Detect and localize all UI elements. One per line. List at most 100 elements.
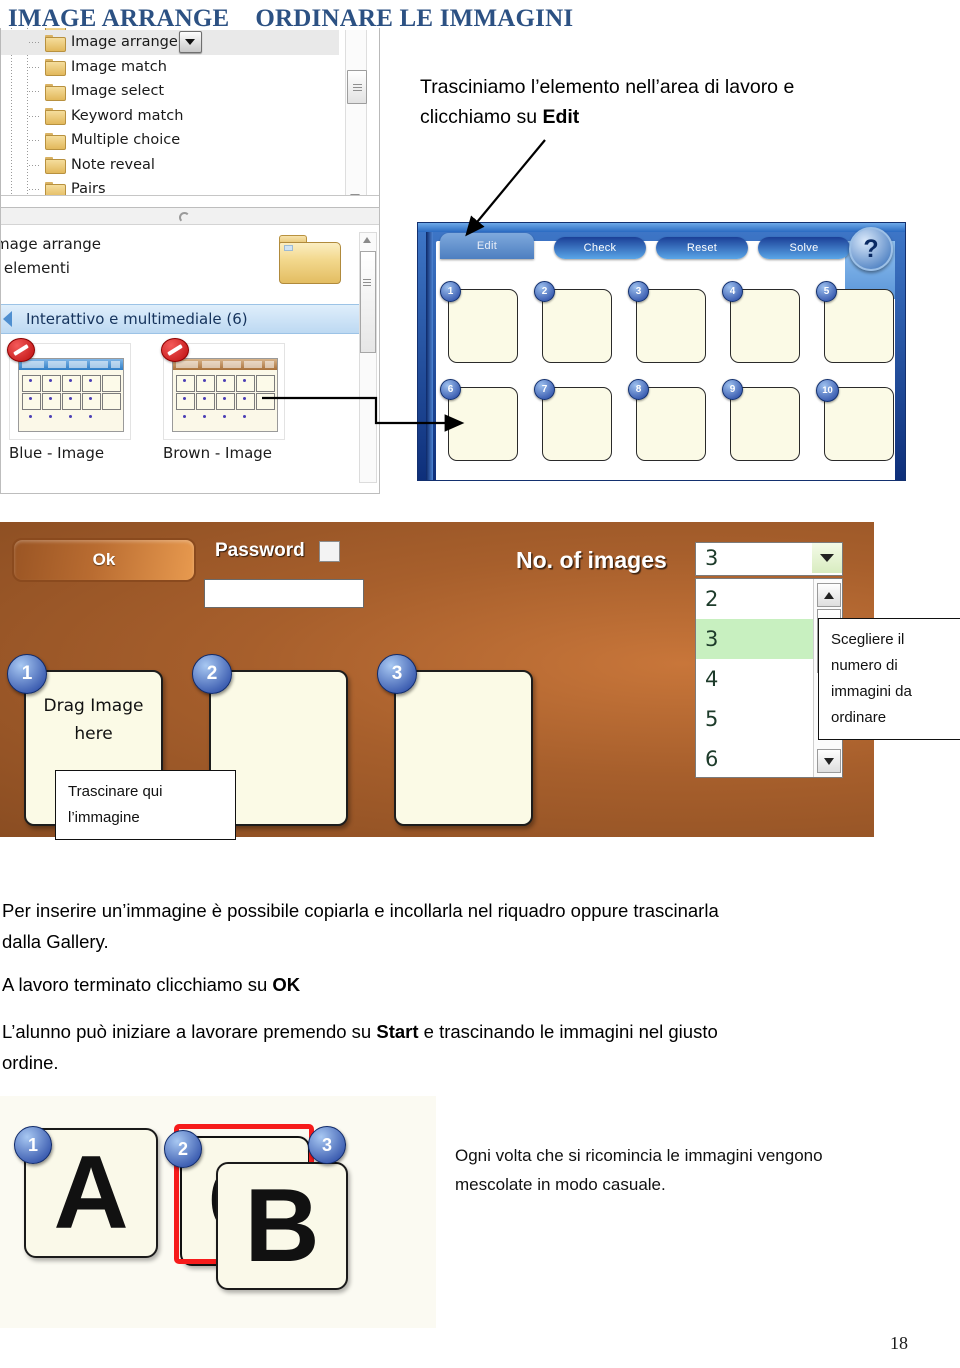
thumbnail-caption: Brown - Image [163, 444, 273, 462]
paragraph-3-bold: Start [376, 1021, 419, 1042]
tree-item-label: Note reveal [71, 156, 155, 173]
app-slot-row-2: 6 7 8 9 10 [440, 379, 894, 461]
folder-icon [45, 157, 66, 175]
tree-item-keyword-match[interactable]: Keyword match [1, 104, 339, 129]
gallery-scrollbar[interactable] [359, 232, 377, 483]
tree-item-image-select[interactable]: Image select [1, 79, 339, 104]
tree-elbow [29, 66, 41, 68]
app-slot[interactable]: 10 [816, 379, 894, 461]
app-slot[interactable]: 6 [440, 379, 518, 461]
app-slot[interactable]: 9 [722, 379, 800, 461]
paragraph-insert-image: Per inserire un’immagine è possibile cop… [2, 895, 942, 957]
card-number: 1 [14, 1126, 52, 1164]
callout-choose-line-2: numero di [831, 657, 898, 674]
app-slot[interactable]: 8 [628, 379, 706, 461]
check-button[interactable]: Check [554, 237, 646, 259]
callout-choose-line-3: immagini da [831, 683, 912, 700]
chevron-down-icon[interactable] [817, 749, 841, 773]
scrollbar-thumb[interactable] [347, 70, 367, 104]
password-checkbox[interactable] [319, 541, 340, 562]
slot-number: 3 [377, 654, 417, 694]
slot-number: 1 [7, 654, 47, 694]
tree-elbow [29, 115, 41, 117]
slot-number: 2 [534, 281, 555, 302]
tree-item-label: Keyword match [71, 107, 184, 124]
callout-line-1: Trasciniamo l’elemento nell’area di lavo… [420, 76, 795, 98]
select-value: 3 [705, 546, 719, 570]
tree-item-label: Image arrange [71, 34, 178, 51]
note-shuffle: Ogni volta che si ricomincia le immagini… [455, 1141, 875, 1199]
tree-item-image-match[interactable]: Image match [1, 55, 339, 80]
callout-drag-line-1: Trascinare qui [68, 783, 163, 800]
callout-line-2: clicchiamo su Edit [420, 102, 900, 132]
folder-icon [45, 108, 66, 126]
app-slot[interactable]: 4 [722, 281, 800, 363]
drop-slot-hint: Drag Image here [26, 692, 161, 748]
gallery-thumbnail-item[interactable]: Blue - Image [7, 338, 131, 462]
tree-elbow [29, 42, 41, 44]
edit-button[interactable]: Edit [440, 233, 534, 259]
slot-number: 7 [534, 379, 555, 400]
thumbnail-grid [22, 373, 121, 427]
slot-number: 6 [440, 379, 461, 400]
letter-card[interactable]: B [216, 1162, 348, 1290]
callout-drag-image-here: Trascinare qui l’immagine [55, 770, 236, 840]
tree-item-note-reveal[interactable]: Note reveal [1, 153, 339, 178]
folder-icon [279, 235, 341, 284]
app-slot[interactable]: 1 [440, 281, 518, 363]
paragraph-2-prefix: A lavoro terminato clicchiamo su [2, 974, 273, 995]
note-line-1: Ogni volta che si ricomincia le immagini… [455, 1146, 823, 1165]
folder-icon [45, 59, 66, 77]
callout-choose-line-4: ordinare [831, 709, 887, 726]
password-label: Password [215, 540, 305, 561]
app-toolbar: Edit Check Reset Solve ? [436, 227, 895, 271]
chevron-down-icon[interactable] [812, 543, 842, 573]
thumbnail-caption: Blue - Image [9, 444, 105, 462]
app-slot[interactable]: 3 [628, 281, 706, 363]
callout-drag-to-workspace: Trasciniamo l’elemento nell’area di lavo… [420, 72, 900, 132]
tree-item-image-arrange[interactable]: Image arrange [1, 30, 339, 55]
chevron-up-icon[interactable] [363, 237, 371, 243]
thumbnail-preview [172, 358, 278, 432]
reset-button[interactable]: Reset [656, 237, 748, 259]
tree-item-multiple-choice[interactable]: Multiple choice [1, 128, 339, 153]
app-slot[interactable]: 5 [816, 281, 894, 363]
thumbnail-image [161, 338, 285, 440]
scrollbar-thumb[interactable] [360, 251, 376, 353]
paragraph-1-line-2: dalla Gallery. [2, 931, 109, 952]
app-slot[interactable]: 2 [534, 281, 612, 363]
note-line-2: mescolate in modo casuale. [455, 1175, 666, 1194]
tree-elbow [29, 189, 41, 191]
gallery-category-label: Interattivo e multimediale (6) [26, 310, 248, 328]
document-page: IMAGE ARRANGE ORDINARE LE IMMAGINI Image… [0, 0, 960, 1368]
solve-button[interactable]: Solve [758, 237, 850, 259]
chevron-up-icon[interactable] [817, 583, 841, 607]
gallery-thumbnail-item[interactable]: Brown - Image [161, 338, 285, 462]
password-input[interactable] [204, 579, 364, 608]
thumbnail-image [7, 338, 131, 440]
slot-number: 2 [192, 654, 232, 694]
tree-list: Image arrange Image match Image select K… [1, 30, 339, 202]
gallery-category-row[interactable]: Interattivo e multimediale (6) [1, 304, 361, 334]
tree-scrollbar[interactable] [345, 30, 367, 206]
ok-button[interactable]: Ok [12, 538, 196, 582]
paragraph-3-prefix: L’alunno può iniziare a lavorare premend… [2, 1021, 377, 1042]
card-number: 3 [308, 1126, 346, 1164]
app-slot[interactable]: 7 [534, 379, 612, 461]
tree-item-label: Image select [71, 83, 165, 100]
chevron-down-icon[interactable] [178, 31, 202, 54]
figure-letter-cards: A C B 1 2 3 [0, 1096, 436, 1328]
gallery-heading-line-2: i elementi [0, 259, 70, 277]
arrow-to-edit-button [465, 139, 546, 237]
callout-choose-number: Scegliere il numero di immagini da ordin… [818, 618, 960, 740]
app-left-rail [426, 232, 433, 480]
callout-choose-line-1: Scegliere il [831, 631, 905, 648]
app-slot-row-1: 1 2 3 4 5 [440, 281, 894, 363]
no-entry-icon [161, 338, 189, 362]
slot-number: 8 [628, 379, 649, 400]
help-button[interactable]: ? [849, 227, 893, 271]
editor-drop-slot[interactable]: 3 [377, 654, 533, 826]
no-of-images-select[interactable]: 3 [695, 542, 843, 576]
gallery-thumbnail-list: Blue - Image Brown - Image [7, 338, 285, 462]
slot-number: 1 [440, 281, 461, 302]
